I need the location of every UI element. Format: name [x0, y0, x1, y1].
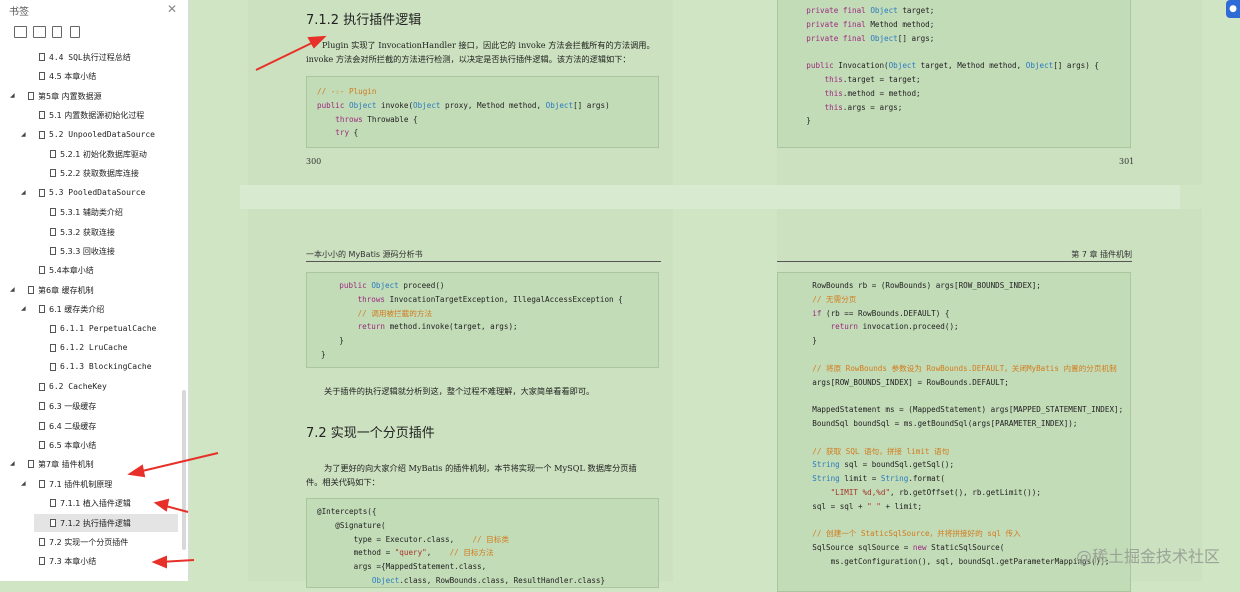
arrow-head: [151, 555, 167, 569]
arrow-head: [127, 464, 146, 478]
arrow: [255, 39, 319, 71]
arrow-head: [307, 35, 327, 49]
floating-action-icon[interactable]: ●: [1226, 0, 1240, 18]
arrow: [137, 452, 219, 473]
arrow-head: [153, 498, 170, 512]
watermark: @稀土掘金技术社区: [1075, 547, 1220, 566]
annotation-arrows: [127, 35, 327, 569]
